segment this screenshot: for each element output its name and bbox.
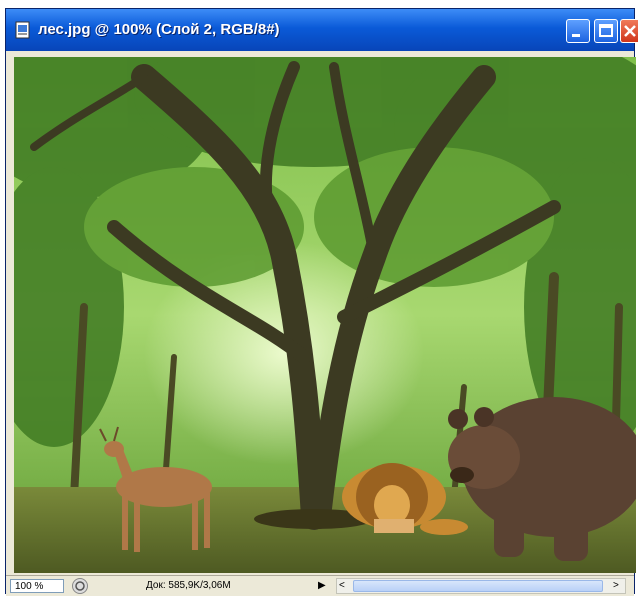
maximize-button[interactable]	[594, 19, 618, 43]
image-canvas[interactable]	[14, 57, 636, 573]
scrollbar-thumb[interactable]	[353, 580, 603, 592]
forest-image	[14, 57, 636, 573]
window-title: лес.jpg @ 100% (Слой 2, RGB/8#)	[38, 21, 280, 38]
zoom-input[interactable]: 100 %	[10, 579, 64, 593]
close-button[interactable]	[620, 19, 638, 43]
photoshop-document-icon	[15, 21, 30, 39]
navigator-button[interactable]	[72, 578, 88, 594]
minimize-icon	[572, 34, 580, 37]
document-size-info: Док: 585,9K/3,06M	[146, 580, 231, 591]
scroll-left-icon[interactable]: <	[339, 580, 345, 591]
status-bar: 100 % Док: 585,9K/3,06M ▶ < >	[6, 575, 634, 596]
horizontal-scrollbar[interactable]: < >	[336, 578, 626, 594]
status-menu-arrow-icon[interactable]: ▶	[318, 580, 326, 591]
close-icon	[624, 25, 636, 37]
minimize-button[interactable]	[566, 19, 590, 43]
maximize-icon	[599, 24, 613, 37]
document-window: лес.jpg @ 100% (Слой 2, RGB/8#) 100 % До…	[5, 8, 638, 596]
navigator-icon	[75, 581, 85, 591]
scroll-right-icon[interactable]: >	[613, 580, 619, 591]
title-bar[interactable]: лес.jpg @ 100% (Слой 2, RGB/8#)	[6, 9, 638, 51]
